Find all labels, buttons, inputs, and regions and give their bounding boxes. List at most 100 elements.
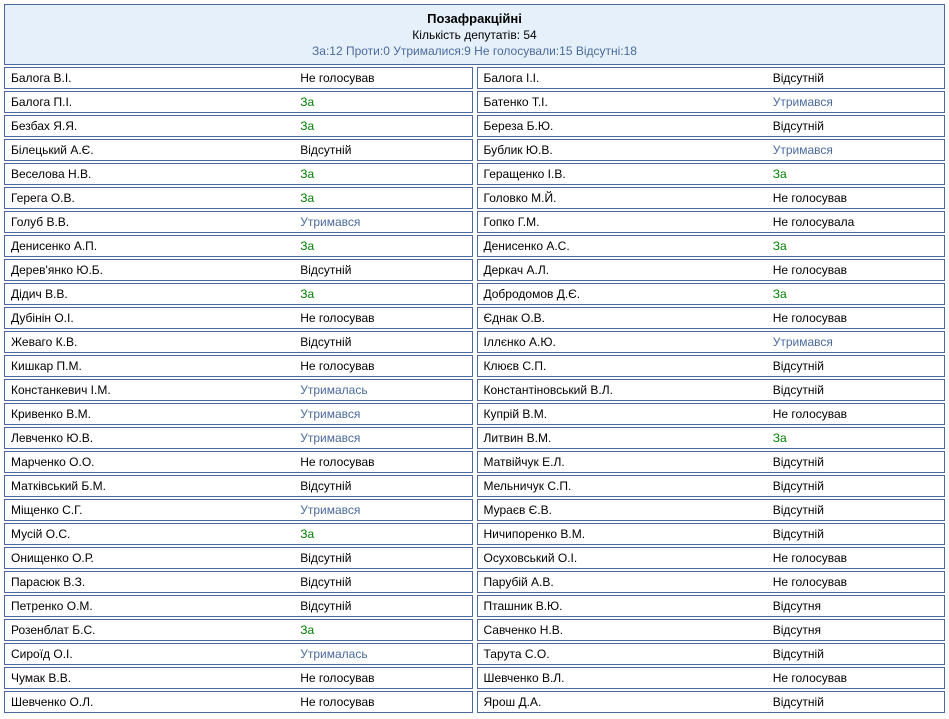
deputy-vote: За — [294, 620, 471, 640]
deputy-name: Констанкевич І.М. — [5, 380, 294, 400]
deputy-vote: Не голосував — [294, 692, 471, 712]
table-row: Литвин В.М.За — [477, 427, 946, 449]
deputy-name: Шевченко В.Л. — [478, 668, 767, 688]
deputy-name: Балога П.І. — [5, 92, 294, 112]
deputy-name: Балога В.І. — [5, 68, 294, 88]
deputy-vote: Відсутній — [767, 380, 944, 400]
deputy-name: Добродомов Д.Є. — [478, 284, 767, 304]
table-row: Головко М.Й.Не голосував — [477, 187, 946, 209]
deputy-name: Мусій О.С. — [5, 524, 294, 544]
deputy-vote: За — [767, 284, 944, 304]
deputy-name: Дерев'янко Ю.Б. — [5, 260, 294, 280]
deputy-name: Дідич В.В. — [5, 284, 294, 304]
table-row: Білецький А.Є.Відсутній — [4, 139, 473, 161]
deputy-vote: Відсутній — [294, 596, 471, 616]
deputy-vote: Відсутній — [767, 500, 944, 520]
table-row: Дубінін О.І.Не голосував — [4, 307, 473, 329]
deputy-name: Денисенко А.С. — [478, 236, 767, 256]
table-row: Констанкевич І.М.Утрималась — [4, 379, 473, 401]
table-row: Кишкар П.М.Не голосував — [4, 355, 473, 377]
faction-title: Позафракційні — [9, 11, 940, 26]
table-row: Мельничук С.П.Відсутній — [477, 475, 946, 497]
deputy-name: Матвійчук Е.Л. — [478, 452, 767, 472]
deputy-vote: Не голосував — [767, 548, 944, 568]
deputy-vote: Відсутній — [767, 644, 944, 664]
deputy-name: Денисенко А.П. — [5, 236, 294, 256]
table-row: Балога П.І.За — [4, 91, 473, 113]
deputy-name: Єднак О.В. — [478, 308, 767, 328]
deputy-vote: Не голосував — [767, 572, 944, 592]
table-row: Жеваго К.В.Відсутній — [4, 331, 473, 353]
deputy-name: Мельничук С.П. — [478, 476, 767, 496]
deputy-vote: Не голосував — [767, 260, 944, 280]
deputy-vote: Не голосував — [294, 308, 471, 328]
deputy-name: Балога І.І. — [478, 68, 767, 88]
deputy-vote: За — [294, 164, 471, 184]
deputy-vote: За — [294, 284, 471, 304]
deputy-name: Міщенко С.Г. — [5, 500, 294, 520]
deputy-vote: Відсутній — [767, 116, 944, 136]
deputy-vote: За — [294, 524, 471, 544]
deputy-name: Купрій В.М. — [478, 404, 767, 424]
table-row: Парубій А.В.Не голосував — [477, 571, 946, 593]
deputy-name: Клюєв С.П. — [478, 356, 767, 376]
deputy-name: Розенблат Б.С. — [5, 620, 294, 640]
deputy-vote: Не голосував — [294, 452, 471, 472]
deputy-name: Чумак В.В. — [5, 668, 294, 688]
deputy-name: Парубій А.В. — [478, 572, 767, 592]
voting-container: Позафракційні Кількість депутатів: 54 За… — [4, 4, 945, 715]
deputy-name: Іллєнко А.Ю. — [478, 332, 767, 352]
deputy-name: Тарута С.О. — [478, 644, 767, 664]
table-row: Деркач А.Л.Не голосував — [477, 259, 946, 281]
table-row: Герега О.В.За — [4, 187, 473, 209]
deputy-name: Мураєв Є.В. — [478, 500, 767, 520]
table-row: Константіновський В.Л.Відсутній — [477, 379, 946, 401]
deputy-name: Голуб В.В. — [5, 212, 294, 232]
deputy-vote: Утримався — [294, 404, 471, 424]
deputy-vote: Не голосував — [767, 404, 944, 424]
deputy-name: Шевченко О.Л. — [5, 692, 294, 712]
deputy-vote: Відсутній — [767, 524, 944, 544]
deputy-vote: Відсутня — [767, 620, 944, 640]
deputy-vote: Відсутній — [294, 332, 471, 352]
deputy-name: Білецький А.Є. — [5, 140, 294, 160]
deputy-name: Ярош Д.А. — [478, 692, 767, 712]
deputy-vote: Утримався — [767, 140, 944, 160]
deputy-name: Осуховський О.І. — [478, 548, 767, 568]
table-row: Дідич В.В.За — [4, 283, 473, 305]
vote-stats: За:12 Проти:0 Утрималися:9 Не голосували… — [9, 44, 940, 58]
vote-columns: Балога В.І.Не голосувавБалога П.І.ЗаБезб… — [4, 67, 945, 715]
deputy-vote: Не голосував — [767, 308, 944, 328]
table-row: Веселова Н.В.За — [4, 163, 473, 185]
table-row: Гопко Г.М.Не голосувала — [477, 211, 946, 233]
deputy-vote: Відсутній — [294, 476, 471, 496]
table-row: Шевченко О.Л.Не голосував — [4, 691, 473, 713]
table-row: Осуховський О.І.Не голосував — [477, 547, 946, 569]
table-row: Єднак О.В.Не голосував — [477, 307, 946, 329]
deputy-name: Константіновський В.Л. — [478, 380, 767, 400]
table-row: Береза Б.Ю.Відсутній — [477, 115, 946, 137]
deputy-vote: Відсутній — [767, 452, 944, 472]
faction-header: Позафракційні Кількість депутатів: 54 За… — [4, 4, 945, 65]
right-column: Балога І.І. Відсутній Батенко Т.І.Утримавс… — [477, 67, 946, 715]
table-row: Клюєв С.П.Відсутній — [477, 355, 946, 377]
table-row: Денисенко А.С.За — [477, 235, 946, 257]
deputy-vote: Утримався — [294, 212, 471, 232]
deputy-vote: Утрималась — [294, 380, 471, 400]
table-row: Савченко Н.В.Відсутня — [477, 619, 946, 641]
table-row: Геращенко І.В.За — [477, 163, 946, 185]
table-row: Матвійчук Е.Л.Відсутній — [477, 451, 946, 473]
deputy-name: Сироїд О.І. — [5, 644, 294, 664]
deputy-vote: Відсутній — [294, 140, 471, 160]
deputy-vote: Не голосувала — [767, 212, 944, 232]
table-row: Сироїд О.І.Утрималась — [4, 643, 473, 665]
deputy-vote: За — [767, 428, 944, 448]
deputy-name: Герега О.В. — [5, 188, 294, 208]
table-row: Мусій О.С.За — [4, 523, 473, 545]
deputy-vote: Відсутній — [767, 476, 944, 496]
deputy-name: Марченко О.О. — [5, 452, 294, 472]
table-row: Парасюк В.З.Відсутній — [4, 571, 473, 593]
table-row: Батенко Т.І.Утримався — [477, 91, 946, 113]
deputy-name: Савченко Н.В. — [478, 620, 767, 640]
table-row: Пташник В.Ю.Відсутня — [477, 595, 946, 617]
